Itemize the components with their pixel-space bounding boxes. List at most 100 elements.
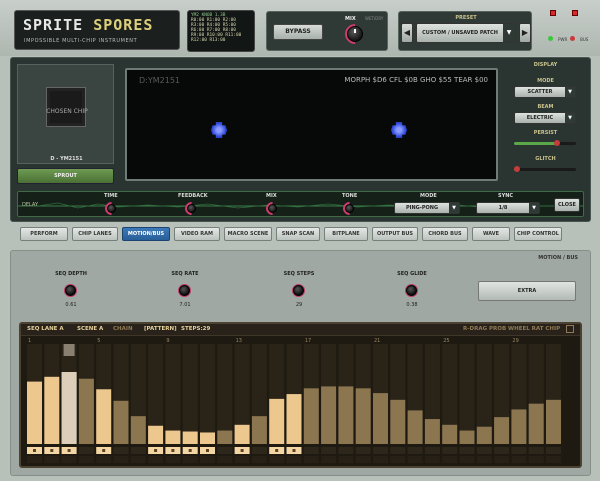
step-bar[interactable]: [528, 403, 544, 444]
step-gate[interactable]: [355, 447, 371, 454]
seq-scene-label[interactable]: SCENE A: [77, 326, 103, 332]
step-prob-cell[interactable]: [27, 456, 42, 463]
step-bar[interactable]: [546, 399, 561, 444]
step-bar[interactable]: [200, 432, 215, 444]
step-gate[interactable]: [321, 447, 337, 454]
step-bar[interactable]: [27, 381, 42, 444]
step-bar[interactable]: [148, 425, 164, 444]
sprout-button[interactable]: SPROUT: [17, 168, 114, 184]
tab-chord-bus[interactable]: CHORD BUS: [422, 227, 468, 241]
step-bar[interactable]: [78, 378, 94, 444]
step-prob-cell[interactable]: [476, 456, 492, 463]
step-bar[interactable]: [511, 409, 527, 444]
step-bar[interactable]: [321, 386, 337, 444]
step-bar[interactable]: [442, 424, 458, 444]
delay-close-button[interactable]: CLOSE: [554, 198, 580, 212]
step-gate[interactable]: [511, 447, 527, 454]
step-gate[interactable]: [338, 447, 354, 454]
beam-select[interactable]: ELECTRIC ▼: [514, 112, 576, 124]
step-prob-cell[interactable]: [373, 456, 388, 463]
step-prob-cell[interactable]: [217, 456, 233, 463]
step-slot[interactable]: [165, 344, 181, 444]
seq-steps-knob[interactable]: [293, 285, 304, 296]
step-bar[interactable]: [303, 388, 319, 444]
step-bar[interactable]: [338, 386, 354, 444]
step-bar[interactable]: [286, 394, 302, 444]
step-prob-cell[interactable]: [130, 456, 146, 463]
mix-knob[interactable]: [340, 19, 370, 49]
step-prob-cell[interactable]: [459, 456, 475, 463]
step-prob-cell[interactable]: [338, 456, 354, 463]
step-gate[interactable]: [442, 447, 458, 454]
tab-motion-bus[interactable]: MOTION/BUS: [122, 227, 170, 241]
step-gate[interactable]: [130, 447, 146, 454]
step-prob-cell[interactable]: [528, 456, 544, 463]
delay-time-knob[interactable]: [102, 199, 121, 216]
step-gate[interactable]: [251, 447, 267, 454]
seq-options-icon[interactable]: [566, 325, 574, 333]
seq-chain-label[interactable]: CHAIN: [113, 326, 133, 332]
seq-pattern-label[interactable]: [PATTERN]: [144, 326, 177, 332]
extra-button[interactable]: EXTRA: [478, 281, 576, 301]
step-bar[interactable]: [182, 431, 198, 444]
step-prob-cell[interactable]: [61, 456, 77, 463]
step-prob-cell[interactable]: [390, 456, 406, 463]
step-bar[interactable]: [251, 416, 267, 444]
delay-tone-knob[interactable]: [340, 199, 359, 216]
tab-chip-lanes[interactable]: CHIP LANES: [72, 227, 118, 241]
step-gate[interactable]: [546, 447, 561, 454]
delay-mix-knob[interactable]: [263, 199, 282, 216]
step-prob-cell[interactable]: [546, 456, 561, 463]
step-prob-cell[interactable]: [251, 456, 267, 463]
step-bar[interactable]: [459, 430, 475, 444]
tab-video-ram[interactable]: VIDEO RAM: [174, 227, 220, 241]
step-bar[interactable]: [44, 376, 60, 444]
step-slot[interactable]: [182, 344, 198, 444]
step-prob-cell[interactable]: [200, 456, 215, 463]
preset-select[interactable]: CUSTOM / UNSAVED PATCH ▼: [416, 23, 516, 43]
step-prob-cell[interactable]: [148, 456, 164, 463]
step-gate[interactable]: [494, 447, 510, 454]
step-bar[interactable]: [494, 417, 510, 444]
step-prob-cell[interactable]: [96, 456, 112, 463]
seq-lane-label[interactable]: SEQ LANE A: [27, 326, 64, 332]
step-prob-cell[interactable]: [234, 456, 250, 463]
step-bar[interactable]: [355, 388, 371, 444]
persist-thumb[interactable]: [554, 140, 561, 146]
step-bar[interactable]: [407, 410, 423, 444]
step-gate[interactable]: [528, 447, 544, 454]
step-gate[interactable]: [373, 447, 388, 454]
tab-macro-scene[interactable]: MACRO SCENE: [224, 227, 272, 241]
preset-next-button[interactable]: ▶: [519, 23, 531, 43]
step-prob-cell[interactable]: [355, 456, 371, 463]
seq-rate-knob[interactable]: [179, 285, 190, 296]
tab-bitplane[interactable]: BITPLANE: [324, 227, 368, 241]
step-prob-cell[interactable]: [269, 456, 285, 463]
step-bar[interactable]: [130, 416, 146, 444]
step-bar[interactable]: [96, 389, 112, 444]
step-prob-cell[interactable]: [321, 456, 337, 463]
glitch-slider[interactable]: [514, 166, 576, 172]
persist-slider[interactable]: [514, 140, 576, 146]
step-slot[interactable]: [200, 344, 215, 444]
step-gate[interactable]: [303, 447, 319, 454]
tab-chip-control[interactable]: CHIP CONTROL: [514, 227, 562, 241]
step-gate[interactable]: [476, 447, 492, 454]
step-bar[interactable]: [476, 426, 492, 444]
step-bar[interactable]: [217, 430, 233, 444]
step-bar[interactable]: [424, 419, 440, 444]
seq-depth-knob[interactable]: [65, 285, 76, 296]
tab-perform[interactable]: PERFORM: [20, 227, 68, 241]
step-bar[interactable]: [269, 398, 285, 444]
step-prob-cell[interactable]: [182, 456, 198, 463]
step-prob-cell[interactable]: [165, 456, 181, 463]
sequencer-bars[interactable]: 1 5 9 13 17 21 25 29: [21, 336, 582, 466]
step-prob-cell[interactable]: [303, 456, 319, 463]
step-bar[interactable]: [234, 424, 250, 444]
glitch-thumb[interactable]: [514, 166, 521, 172]
step-gate[interactable]: [407, 447, 423, 454]
step-gate[interactable]: [78, 447, 94, 454]
step-gate[interactable]: [459, 447, 475, 454]
step-prob-cell[interactable]: [494, 456, 510, 463]
step-prob-cell[interactable]: [424, 456, 440, 463]
